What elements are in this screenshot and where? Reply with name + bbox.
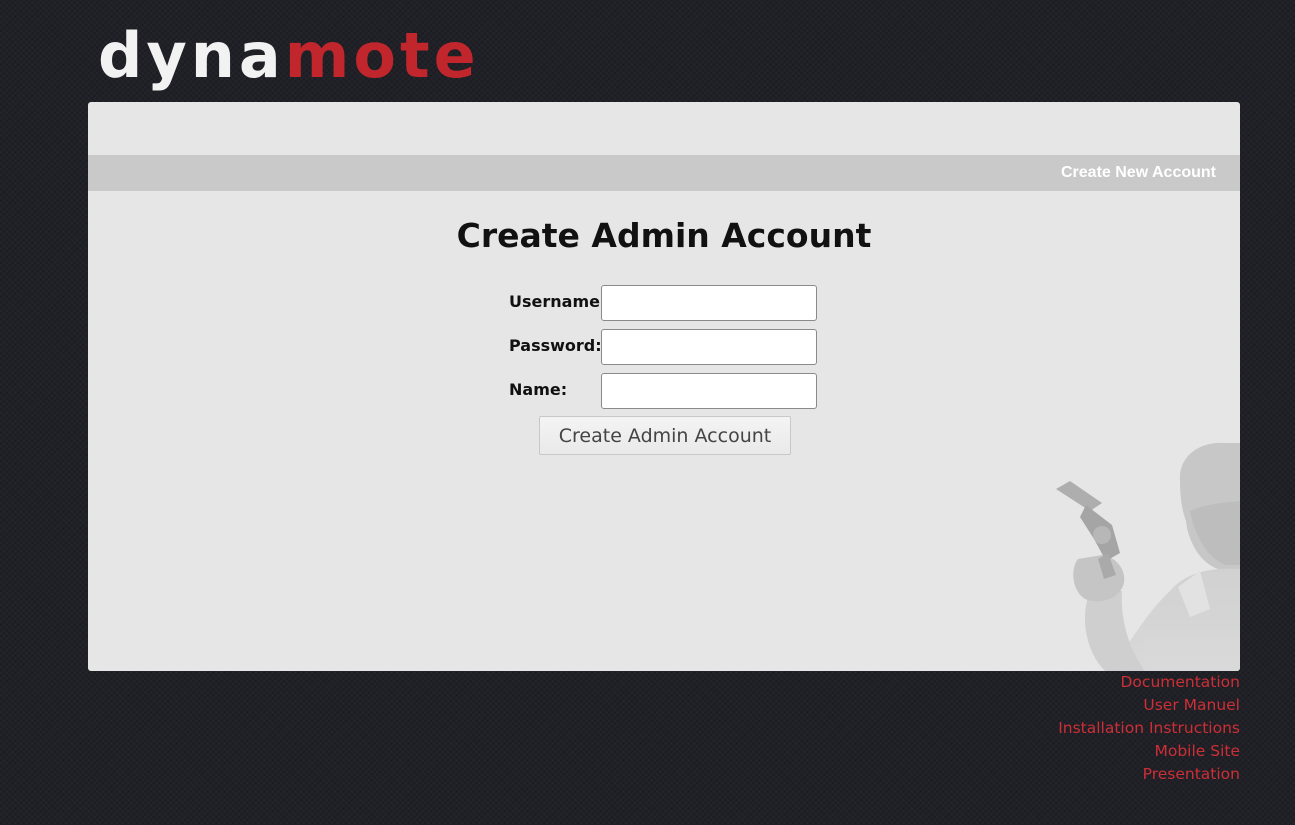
password-input[interactable] [601, 329, 817, 365]
username-input[interactable] [601, 285, 817, 321]
footer-link-presentation[interactable]: Presentation [1058, 763, 1240, 786]
create-new-account-link[interactable]: Create New Account [1061, 155, 1216, 191]
name-label: Name: [509, 380, 568, 399]
logo-text-light: dyna [98, 19, 285, 92]
page-title: Create Admin Account [456, 216, 872, 255]
name-input[interactable] [601, 373, 817, 409]
main-panel: Create New Account Create Admin Account … [88, 102, 1240, 671]
logo: dynamote [98, 14, 480, 98]
username-label: Username: [509, 292, 607, 311]
password-label: Password: [509, 336, 602, 355]
nav-bar: Create New Account [88, 155, 1240, 191]
logo-text-accent: mote [284, 19, 480, 92]
footer-link-installation-instructions[interactable]: Installation Instructions [1058, 717, 1240, 740]
footer-link-user-manual[interactable]: User Manuel [1058, 694, 1240, 717]
gunman-silhouette-icon [1056, 442, 1240, 671]
footer-links: Documentation User Manuel Installation I… [1058, 671, 1240, 786]
footer-link-mobile-site[interactable]: Mobile Site [1058, 740, 1240, 763]
footer-link-documentation[interactable]: Documentation [1058, 671, 1241, 694]
create-admin-account-button[interactable]: Create Admin Account [539, 416, 791, 455]
